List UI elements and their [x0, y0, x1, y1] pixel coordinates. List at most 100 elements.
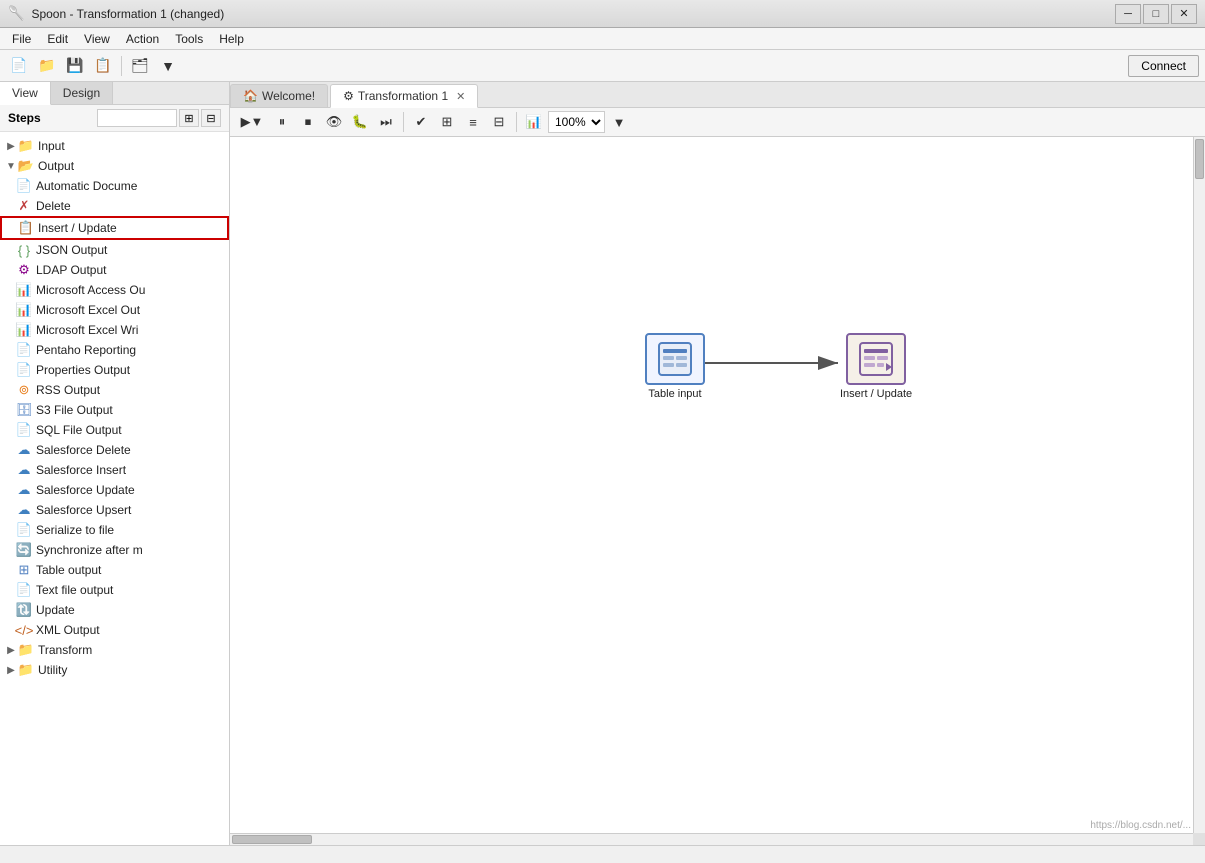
node-table-input[interactable]: Table input	[645, 333, 705, 400]
tree-item-ms-excel-wri[interactable]: 📊 Microsoft Excel Wri	[0, 320, 229, 340]
tree-label-sf-upsert: Salesforce Upsert	[36, 503, 131, 517]
tree-item-serialize[interactable]: 📄 Serialize to file	[0, 520, 229, 540]
file-icon-sf-update: ☁	[16, 482, 32, 498]
tab-transformation1[interactable]: ⚙ Transformation 1 ✕	[330, 84, 478, 108]
canvas-content: Table input	[230, 137, 1193, 833]
title-bar-text: Spoon - Transformation 1 (changed)	[31, 7, 1115, 21]
tree-item-delete[interactable]: ✗ Delete	[0, 196, 229, 216]
tree-item-json-output[interactable]: { } JSON Output	[0, 240, 229, 260]
minimize-button[interactable]: ─	[1115, 4, 1141, 24]
menu-action[interactable]: Action	[118, 30, 167, 48]
tree-label-transform: Transform	[38, 643, 92, 657]
tree-item-sf-delete[interactable]: ☁ Salesforce Delete	[0, 440, 229, 460]
tree-item-utility[interactable]: ▶ 📁 Utility	[0, 660, 229, 680]
align2-button[interactable]: ≡	[461, 111, 485, 133]
tree-item-pentaho[interactable]: 📄 Pentaho Reporting	[0, 340, 229, 360]
file-icon-text-file: 📄	[16, 582, 32, 598]
tree-item-output[interactable]: ▼ 📂 Output	[0, 156, 229, 176]
tree-item-auto-doc[interactable]: 📄 Automatic Docume	[0, 176, 229, 196]
content-tabs: 🏠 Welcome! ⚙ Transformation 1 ✕	[230, 82, 1205, 108]
layers-button[interactable]: 🗂	[127, 54, 153, 78]
preview-button[interactable]: 👁	[322, 111, 346, 133]
grid-button[interactable]: ⊟	[487, 111, 511, 133]
file-icon-sf-delete: ☁	[16, 442, 32, 458]
tree-item-sql-file[interactable]: 📄 SQL File Output	[0, 420, 229, 440]
close-button[interactable]: ✕	[1171, 4, 1197, 24]
file-icon-s3: 🗄	[16, 402, 32, 418]
tree-item-sf-upsert[interactable]: ☁ Salesforce Upsert	[0, 500, 229, 520]
step-button[interactable]: ⏭	[374, 111, 398, 133]
tree-label-json: JSON Output	[36, 243, 107, 257]
tree-item-sync-after[interactable]: 🔄 Synchronize after m	[0, 540, 229, 560]
run-button[interactable]: ▶▼	[236, 111, 268, 133]
canvas[interactable]: Table input	[230, 137, 1205, 845]
folder-open-icon: 📂	[18, 158, 34, 174]
zoom-select[interactable]: 100% 75% 50% 150% 200%	[548, 111, 605, 133]
tree-label-input: Input	[38, 139, 65, 153]
folder-transform-icon: 📁	[18, 642, 34, 658]
expand-utility-icon: ▶	[4, 665, 18, 676]
node-table-input-box	[645, 333, 705, 385]
tree-item-text-file[interactable]: 📄 Text file output	[0, 580, 229, 600]
save-as-button[interactable]: 📋	[90, 54, 116, 78]
tree-item-insert-update[interactable]: 📋 Insert / Update	[0, 216, 229, 240]
tree-item-table-output[interactable]: ⊞ Table output	[0, 560, 229, 580]
menu-view[interactable]: View	[76, 30, 118, 48]
tree-label-sf-delete: Salesforce Delete	[36, 443, 131, 457]
menu-edit[interactable]: Edit	[39, 30, 76, 48]
tab-view[interactable]: View	[0, 82, 51, 105]
menu-tools[interactable]: Tools	[167, 30, 211, 48]
tab-design[interactable]: Design	[51, 82, 113, 104]
folder-utility-icon: 📁	[18, 662, 34, 678]
stop-button[interactable]: ⏹	[296, 111, 320, 133]
tree-item-transform[interactable]: ▶ 📁 Transform	[0, 640, 229, 660]
debug-button[interactable]: 🐛	[348, 111, 372, 133]
collapse-all-button[interactable]: ⊟	[201, 109, 221, 127]
open-button[interactable]: 📁	[34, 54, 60, 78]
tree-label-properties: Properties Output	[36, 363, 130, 377]
tree-item-properties[interactable]: 📄 Properties Output	[0, 360, 229, 380]
tab-welcome[interactable]: 🏠 Welcome!	[230, 84, 328, 107]
file-icon-json: { }	[16, 242, 32, 258]
node-insert-update[interactable]: Insert / Update	[840, 333, 912, 400]
expand-all-button[interactable]: ⊞	[179, 109, 199, 127]
vertical-scrollbar[interactable]	[1193, 137, 1205, 833]
tree-item-s3[interactable]: 🗄 S3 File Output	[0, 400, 229, 420]
tree-item-input[interactable]: ▶ 📁 Input	[0, 136, 229, 156]
title-bar: 🥄 Spoon - Transformation 1 (changed) ─ □…	[0, 0, 1205, 28]
tree-item-ms-excel-out[interactable]: 📊 Microsoft Excel Out	[0, 300, 229, 320]
steps-search[interactable]	[97, 109, 177, 127]
maximize-button[interactable]: □	[1143, 4, 1169, 24]
save-button[interactable]: 💾	[62, 54, 88, 78]
zoom-dropdown[interactable]: ▼	[607, 111, 631, 133]
tree-item-sf-insert[interactable]: ☁ Salesforce Insert	[0, 460, 229, 480]
horizontal-scrollbar-thumb[interactable]	[232, 835, 312, 844]
tree-item-ldap[interactable]: ⚙ LDAP Output	[0, 260, 229, 280]
file-icon-sf-insert: ☁	[16, 462, 32, 478]
tree-item-ms-access[interactable]: 📊 Microsoft Access Ou	[0, 280, 229, 300]
check-button[interactable]: ✔	[409, 111, 433, 133]
connect-button[interactable]: Connect	[1128, 55, 1199, 77]
file-icon-table-output: ⊞	[16, 562, 32, 578]
scroll-corner	[1193, 833, 1205, 845]
results-button[interactable]: 📊	[522, 111, 546, 133]
tree-item-xml-output[interactable]: </> XML Output	[0, 620, 229, 640]
file-icon-delete: ✗	[16, 198, 32, 214]
horizontal-scrollbar[interactable]	[230, 833, 1193, 845]
tree-label-ms-excel-out: Microsoft Excel Out	[36, 303, 140, 317]
canvas-toolbar-sep1	[403, 112, 404, 132]
main-layout: View Design Steps ⊞ ⊟ ▶ 📁 Input ▼ 📂	[0, 82, 1205, 845]
transformation-tab-close[interactable]: ✕	[456, 90, 465, 103]
vertical-scrollbar-thumb[interactable]	[1195, 139, 1204, 179]
menu-file[interactable]: File	[4, 30, 39, 48]
tree-label-ldap: LDAP Output	[36, 263, 107, 277]
tree-item-update[interactable]: 🔃 Update	[0, 600, 229, 620]
tree-item-rss[interactable]: ⊚ RSS Output	[0, 380, 229, 400]
pause-button[interactable]: ⏸	[270, 111, 294, 133]
new-button[interactable]: 📄	[6, 54, 32, 78]
align-button[interactable]: ⊞	[435, 111, 459, 133]
layers-dropdown[interactable]: ▼	[155, 54, 181, 78]
file-icon-update: 🔃	[16, 602, 32, 618]
tree-item-sf-update[interactable]: ☁ Salesforce Update	[0, 480, 229, 500]
menu-help[interactable]: Help	[211, 30, 252, 48]
